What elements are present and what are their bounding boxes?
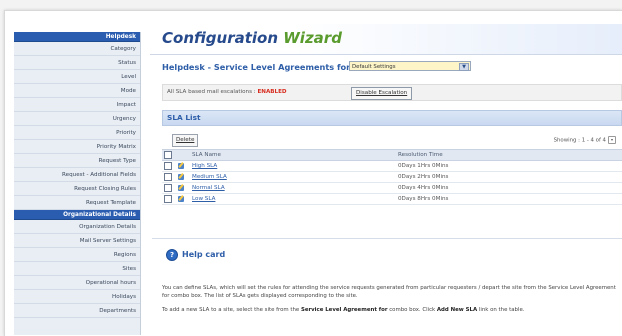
- chevron-down-icon[interactable]: ▼: [459, 63, 469, 71]
- delete-button[interactable]: Delete: [172, 134, 199, 147]
- sidebar-item-organization-details[interactable]: Organization Details: [14, 220, 140, 234]
- sla-name-link[interactable]: Normal SLA: [192, 185, 225, 191]
- edit-icon[interactable]: [178, 195, 184, 202]
- sidebar-item-request-type[interactable]: Request Type: [14, 154, 140, 168]
- sidebar-header-organizational-details[interactable]: Organizational Details: [14, 210, 140, 220]
- disable-escalation-button[interactable]: Disable Escalation: [351, 87, 413, 100]
- row-checkbox[interactable]: [164, 173, 172, 181]
- escalation-text: All SLA based mail escalations : ENABLED: [167, 89, 287, 95]
- resolution-time: 0Days 1Hrs 0Mins: [396, 160, 622, 172]
- sidebar-item-departments[interactable]: Departments: [14, 304, 140, 318]
- sidebar-item-status[interactable]: Status: [14, 56, 140, 70]
- sidebar-item-impact[interactable]: Impact: [14, 98, 140, 112]
- sla-header: Helpdesk - Service Level Agreements for: [162, 62, 351, 72]
- sla-toolbar: Delete Showing : 1 - 4 of 4 ▾: [162, 132, 622, 147]
- column-header-sla-name[interactable]: SLA Name: [190, 149, 396, 161]
- site-settings-select[interactable]: Default Settings ▼: [349, 61, 471, 71]
- escalation-status: ENABLED: [257, 89, 287, 95]
- sidebar-item-request-additional-fields[interactable]: Request - Additional Fields: [14, 168, 140, 182]
- help-card: ? Help card You can define SLAs, which w…: [152, 238, 622, 336]
- edit-col-header: [176, 149, 190, 161]
- sla-name-link[interactable]: Medium SLA: [192, 174, 227, 180]
- row-checkbox[interactable]: [164, 195, 172, 203]
- escalation-bar: All SLA based mail escalations : ENABLED…: [162, 84, 622, 101]
- sidebar-item-priority-matrix[interactable]: Priority Matrix: [14, 140, 140, 154]
- sidebar-item-priority[interactable]: Priority: [14, 126, 140, 140]
- row-checkbox[interactable]: [164, 184, 172, 192]
- table-row: Normal SLA 0Days 4Hrs 0Mins: [162, 182, 622, 194]
- page-title: Configuration Wizard: [162, 29, 342, 47]
- pagination-info: Showing : 1 - 4 of 4 ▾: [554, 136, 616, 144]
- help-text-2b: Service Level Agreement for: [300, 307, 388, 313]
- help-text-2a: To add a new SLA to a site, select the s…: [162, 307, 301, 313]
- page-title-main: Configuration: [162, 29, 279, 47]
- edit-icon[interactable]: [178, 173, 184, 180]
- edit-icon[interactable]: [178, 184, 184, 191]
- help-text-paragraph-2: To add a new SLA to a site, select the s…: [162, 306, 622, 314]
- edit-icon[interactable]: [178, 162, 184, 169]
- sidebar-item-request-template[interactable]: Request Template: [14, 196, 140, 210]
- sla-list-title: SLA List: [162, 110, 622, 126]
- sidebar-item-operational-hours[interactable]: Operational hours: [14, 276, 140, 290]
- sidebar-item-urgency[interactable]: Urgency: [14, 112, 140, 126]
- sidebar-item-mode[interactable]: Mode: [14, 84, 140, 98]
- help-icon: ?: [166, 249, 178, 261]
- select-all-checkbox[interactable]: [164, 151, 172, 159]
- help-card-title: Help card: [182, 250, 226, 259]
- sidebar-item-category[interactable]: Category: [14, 42, 140, 56]
- sla-name-link[interactable]: High SLA: [192, 163, 217, 169]
- resolution-time: 0Days 4Hrs 0Mins: [396, 182, 622, 194]
- help-text-2c: combo box. Click: [387, 307, 437, 313]
- sidebar-item-regions[interactable]: Regions: [14, 248, 140, 262]
- table-header-row: SLA Name Resolution Time: [162, 149, 622, 161]
- add-new-sla-link[interactable]: Add New SLA: [437, 307, 477, 313]
- column-header-resolution-time[interactable]: Resolution Time: [396, 149, 622, 161]
- table-row: High SLA 0Days 1Hrs 0Mins: [162, 160, 622, 172]
- page-size-chevron-icon[interactable]: ▾: [608, 136, 616, 144]
- row-checkbox[interactable]: [164, 162, 172, 170]
- sidebar: Helpdesk Category Status Level Mode Impa…: [14, 32, 141, 335]
- sidebar-header-helpdesk[interactable]: Helpdesk: [14, 32, 140, 42]
- sidebar-item-level[interactable]: Level: [14, 70, 140, 84]
- sidebar-group-organizational: Organizational Details Organization Deta…: [14, 210, 140, 318]
- select-all-cell: [162, 149, 176, 161]
- table-row: Low SLA 0Days 8Hrs 0Mins: [162, 193, 622, 205]
- sidebar-group-helpdesk: Helpdesk Category Status Level Mode Impa…: [14, 32, 140, 210]
- resolution-time: 0Days 8Hrs 0Mins: [396, 193, 622, 205]
- sidebar-item-request-closing-rules[interactable]: Request Closing Rules: [14, 182, 140, 196]
- site-settings-value: Default Settings: [352, 64, 396, 70]
- page-title-accent: Wizard: [283, 29, 342, 47]
- sidebar-item-sites[interactable]: Sites: [14, 262, 140, 276]
- sla-name-link[interactable]: Low SLA: [192, 196, 215, 202]
- main-content: Configuration Wizard Helpdesk - Service …: [150, 24, 622, 336]
- sidebar-item-holidays[interactable]: Holidays: [14, 290, 140, 304]
- resolution-time: 0Days 2Hrs 0Mins: [396, 171, 622, 183]
- escalation-label: All SLA based mail escalations :: [167, 89, 258, 95]
- sla-table: SLA Name Resolution Time High SLA 0Days …: [162, 149, 622, 205]
- showing-count: Showing : 1 - 4 of 4: [553, 137, 606, 144]
- help-text-2e: link on the table.: [477, 307, 525, 313]
- help-text-paragraph-1: You can define SLAs, which will set the …: [162, 285, 616, 299]
- table-row: Medium SLA 0Days 2Hrs 0Mins: [162, 171, 622, 183]
- sidebar-item-mail-server-settings[interactable]: Mail Server Settings: [14, 234, 140, 248]
- title-bar: Configuration Wizard: [150, 24, 622, 55]
